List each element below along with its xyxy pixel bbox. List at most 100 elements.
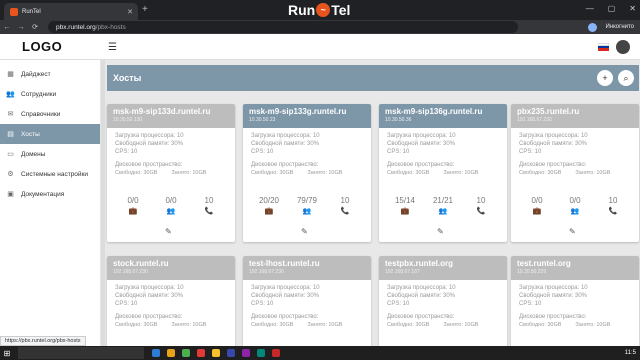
cps-value: CPS: 10 [115, 301, 138, 307]
app-logo[interactable]: LOGO [22, 39, 62, 54]
briefcase-icon: 💼 [128, 208, 138, 215]
sidebar-item[interactable]: ⚙ Системные настройки [0, 164, 100, 184]
host-card[interactable]: test.runtel.org 10.30.50.229 Загрузка проц… [511, 256, 639, 346]
sidebar-item[interactable]: ▭ Домены [0, 144, 100, 164]
host-card-body: Загрузка процессора: 10 Свободной памяти:… [379, 128, 507, 181]
disk-free: Свободно: 30GB [519, 322, 562, 328]
sidebar-item-icon: ⚙ [7, 171, 14, 178]
disk-label: Дисковое пространство: [387, 162, 455, 168]
taskbar-app-icon[interactable] [197, 349, 205, 357]
cps-value: CPS: 10 [115, 149, 138, 155]
stat-trunks: 20/20 💼 [251, 196, 287, 215]
host-card[interactable]: testpbx.runtel.org 192.168.67.167 Загрузка… [379, 256, 507, 346]
taskbar-app-icon[interactable] [152, 349, 160, 357]
disk-used: Занято: 10GB [443, 322, 479, 328]
host-name: stock.runtel.ru [113, 259, 169, 268]
sidebar: ▦ Дайджест 👥 Сотрудники ✉ Справочники ▤ Хосты ▭ Д… [0, 60, 101, 346]
free-memory: Свободной памяти: 30% [115, 293, 184, 299]
sidebar-item-icon: 👥 [6, 91, 15, 98]
disk-label: Дисковое пространство: [115, 314, 183, 320]
host-card-body: Загрузка процессора: 10 Свободной памяти:… [107, 128, 235, 181]
host-stats: 15/14 💼 21/21 👥 10 📞 [379, 196, 507, 215]
edit-icon[interactable]: ✎ [301, 227, 308, 236]
free-memory: Свободной памяти: 30% [387, 141, 456, 147]
disk-label: Дисковое пространство: [519, 314, 587, 320]
windows-start-icon[interactable]: ⊞ [0, 349, 14, 358]
sidebar-item[interactable]: ▣ Документация [0, 184, 100, 204]
taskbar: ⊞ 11:5 [0, 346, 640, 360]
taskbar-app-icon[interactable] [182, 349, 190, 357]
url-input[interactable]: pbx.runtel.org/pbx-hosts [48, 21, 518, 33]
host-card-header: test-lhost.runtel.ru 192.168.67.230 [243, 256, 371, 280]
edit-icon[interactable]: ✎ [569, 227, 576, 236]
user-avatar-icon[interactable] [616, 40, 630, 54]
host-card-body: Загрузка процессора: 10 Свободной памяти:… [379, 280, 507, 333]
sidebar-item-label: Системные настройки [21, 170, 89, 178]
stat-trunks: 0/0 💼 [115, 196, 151, 215]
profile-area[interactable]: Инкогнито [588, 20, 634, 34]
stat-trunks: 0/0 💼 [519, 196, 555, 215]
free-memory: Свободной памяти: 30% [387, 293, 456, 299]
stat-value: 10 [340, 196, 350, 205]
close-window-icon[interactable]: ✕ [629, 4, 636, 13]
sidebar-item-label: Документация [21, 190, 65, 198]
forward-icon[interactable]: → [14, 24, 28, 31]
taskbar-app-icon[interactable] [242, 349, 250, 357]
host-card[interactable]: msk-m9-sip136g.runtel.ru 10.30.50.36 Загру… [379, 104, 507, 242]
browser-tab[interactable]: RunTel ✕ [4, 3, 138, 20]
taskbar-search[interactable] [18, 347, 144, 359]
back-icon[interactable]: ← [0, 24, 14, 31]
sidebar-item-icon: ▦ [7, 71, 14, 78]
url-domain: pbx.runtel.org [56, 23, 96, 31]
free-memory: Свободной памяти: 30% [519, 293, 588, 299]
stat-users: 0/0 👥 [153, 196, 189, 215]
reload-icon[interactable]: ⟳ [28, 23, 42, 31]
add-host-button[interactable]: + [597, 70, 613, 86]
minimize-icon[interactable]: — [586, 4, 594, 13]
host-card[interactable]: stock.runtel.ru 192.168.67.230 Загрузка пр… [107, 256, 235, 346]
briefcase-icon: 💼 [532, 208, 542, 215]
phone-icon: 📞 [476, 208, 486, 215]
sidebar-item[interactable]: ✉ Справочники [0, 104, 100, 124]
maximize-icon[interactable]: ▢ [608, 4, 616, 13]
disk-free: Свободно: 30GB [115, 170, 158, 176]
taskbar-app-icon[interactable] [212, 349, 220, 357]
disk-used: Занято: 10GB [171, 170, 207, 176]
host-stats: 20/20 💼 79/79 👥 10 📞 [243, 196, 371, 215]
disk-label: Дисковое пространство: [251, 162, 319, 168]
cps-value: CPS: 10 [387, 301, 410, 307]
taskbar-app-icon[interactable] [257, 349, 265, 357]
host-ip: 10.30.50.130 [113, 117, 143, 123]
cpu-load: Загрузка процессора: 10 [519, 285, 588, 291]
sidebar-item-label: Дайджест [21, 70, 51, 78]
cpu-load: Загрузка процессора: 10 [115, 133, 184, 139]
briefcase-icon: 💼 [400, 208, 410, 215]
stat-value: 0/0 [531, 196, 543, 205]
russian-flag-icon[interactable] [598, 43, 609, 51]
sidebar-item[interactable]: ▤ Хосты [0, 124, 100, 144]
host-name: msk-m9-sip133d.runtel.ru [113, 107, 211, 116]
cps-value: CPS: 10 [519, 301, 542, 307]
close-tab-icon[interactable]: ✕ [127, 8, 133, 16]
host-card[interactable]: pbx235.runtel.ru 192.168.67.230 Загрузка п… [511, 104, 639, 242]
taskbar-app-icon[interactable] [167, 349, 175, 357]
host-card[interactable]: test-lhost.runtel.ru 192.168.67.230 Загруз… [243, 256, 371, 346]
edit-icon[interactable]: ✎ [437, 227, 444, 236]
sidebar-item[interactable]: 👥 Сотрудники [0, 84, 100, 104]
taskbar-app-icon[interactable] [227, 349, 235, 357]
search-button[interactable]: ⌕ [618, 70, 634, 86]
sidebar-item[interactable]: ▦ Дайджест [0, 64, 100, 84]
stat-users: 0/0 👥 [557, 196, 593, 215]
host-card-body: Загрузка процессора: 10 Свободной памяти:… [107, 280, 235, 333]
taskbar-app-icon[interactable] [272, 349, 280, 357]
edit-icon[interactable]: ✎ [165, 227, 172, 236]
disk-used: Занято: 10GB [307, 322, 343, 328]
new-tab-button[interactable]: + [142, 4, 148, 15]
host-card[interactable]: msk-m9-sip133g.runtel.ru 10.30.50.23 Загру… [243, 104, 371, 242]
cps-value: CPS: 10 [251, 301, 274, 307]
free-memory: Свободной памяти: 30% [251, 293, 320, 299]
host-card-header: msk-m9-sip133d.runtel.ru 10.30.50.130 [107, 104, 235, 128]
host-card[interactable]: msk-m9-sip133d.runtel.ru 10.30.50.130 Загр… [107, 104, 235, 242]
menu-icon[interactable]: ☰ [108, 42, 117, 53]
host-card-body: Загрузка процессора: 10 Свободной памяти:… [243, 280, 371, 333]
